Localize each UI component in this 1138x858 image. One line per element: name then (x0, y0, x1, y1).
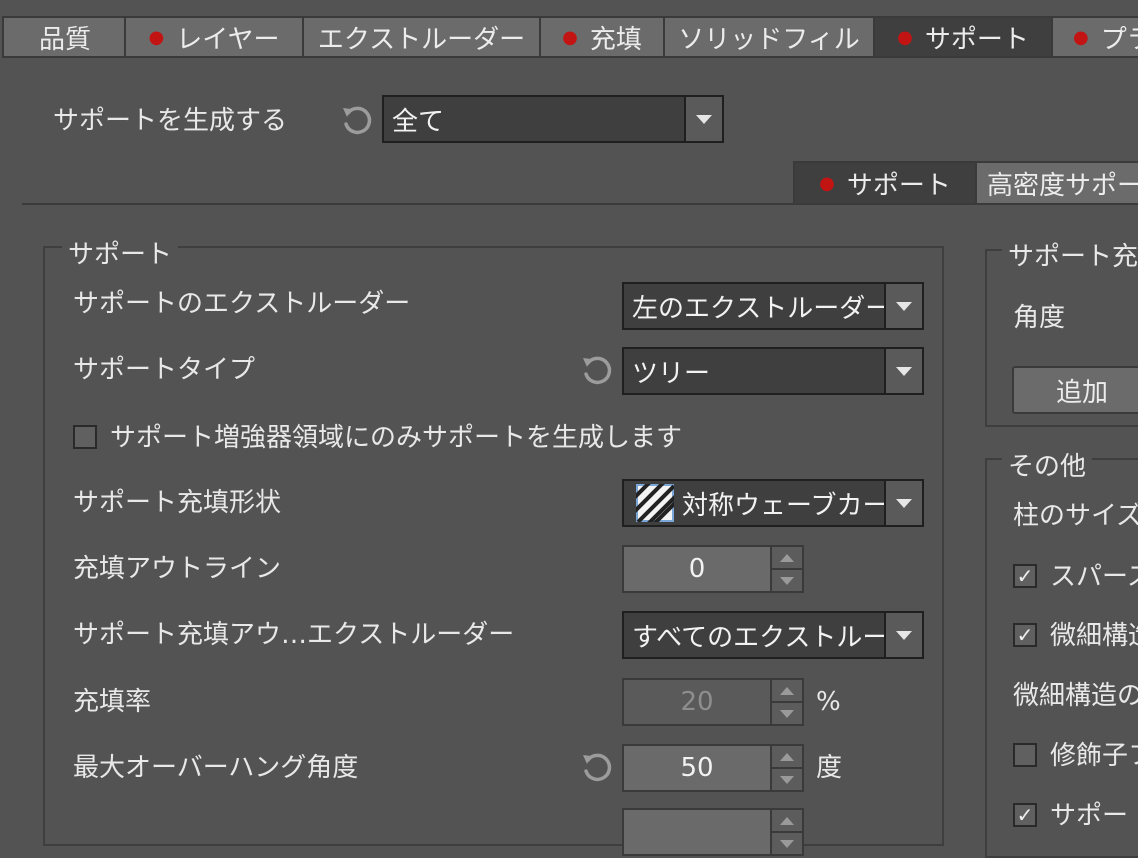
select-value: すべてのエクストルー (632, 622, 884, 653)
infill-rate-stepper[interactable]: 20 (622, 678, 804, 726)
infill-shape-select[interactable]: 対称ウェーブカー (622, 479, 924, 527)
infill-shape-label: サポート充填形状 (73, 488, 282, 518)
increment-icon[interactable] (772, 746, 802, 767)
tab-solid-fill[interactable]: ソリッドフィル (663, 16, 873, 58)
infill-outline-label: 充填アウトライン (73, 554, 282, 584)
chevron-down-icon (884, 613, 922, 657)
tab-label: レイヤー (176, 24, 280, 55)
infill-rate-unit: % (816, 687, 841, 717)
support-type-select[interactable]: ツリー (622, 347, 924, 395)
overhang-angle-label: 最大オーバーハング角度 (73, 753, 359, 783)
generate-support-label: サポートを生成する (53, 106, 288, 136)
outline-extruder-label: サポート充填アウ…エクストルーダー (73, 620, 515, 650)
tab-label: プラ (1100, 24, 1138, 55)
support-infill-group-title: サポート充 (1002, 236, 1138, 273)
reset-icon[interactable] (580, 751, 614, 785)
subtab-dense-support[interactable]: 高密度サポー (975, 161, 1138, 205)
wave-pattern-icon (636, 484, 674, 522)
tab-quality[interactable]: 品質 (2, 16, 126, 58)
tab-label: サポート (924, 24, 1029, 55)
stepper-value: 20 (680, 687, 714, 717)
fine-structure-label: 微細構造 (1050, 621, 1138, 651)
checkmark-icon: ✓ (1016, 564, 1034, 588)
chevron-down-icon (884, 284, 922, 328)
modified-dot-icon: ● (1073, 26, 1089, 48)
decrement-icon[interactable] (772, 767, 802, 790)
angle-label: 角度 (1013, 303, 1066, 333)
decorator-label: 修飾子フ (1050, 741, 1138, 771)
chevron-down-icon (884, 481, 922, 525)
select-value: 対称ウェーブカー (682, 490, 884, 521)
decrement-icon[interactable] (772, 568, 802, 591)
infill-outline-stepper[interactable]: 0 (622, 545, 804, 593)
tab-extruder[interactable]: エクストルーダー (302, 16, 539, 58)
tab-label: 充填 (589, 24, 642, 55)
increment-icon[interactable] (772, 547, 802, 568)
tab-infill[interactable]: ● 充填 (539, 16, 663, 58)
enforcer-only-label: サポート増強器領域にのみサポートを生成します (110, 423, 683, 453)
tab-label: 品質 (38, 24, 91, 55)
tab-label: ソリッドフィル (678, 24, 860, 55)
modified-dot-icon: ● (562, 26, 578, 48)
reset-icon[interactable] (340, 104, 374, 138)
chevron-down-icon (884, 349, 922, 393)
other-group-title: その他 (1002, 446, 1093, 483)
sparse-checkbox[interactable]: ✓ (1013, 564, 1037, 588)
tab-label: サポート (846, 170, 951, 201)
stepper-value: 50 (680, 753, 714, 783)
support-extruder-select[interactable]: 左のエクストルーダー (622, 282, 924, 330)
add-button[interactable]: 追加 (1012, 366, 1138, 414)
stepper-value: 0 (688, 554, 706, 584)
increment-icon[interactable] (772, 680, 802, 701)
checkmark-icon: ✓ (1016, 623, 1034, 647)
subtab-support[interactable]: ● サポート (793, 161, 975, 205)
add-button-label: 追加 (1055, 377, 1108, 408)
support-extruder-label: サポートのエクストルーダー (73, 289, 411, 319)
checkmark-icon: ✓ (1016, 803, 1034, 827)
modified-dot-icon: ● (819, 172, 835, 194)
select-value: ツリー (632, 358, 711, 389)
decrement-icon[interactable] (772, 701, 802, 724)
infill-rate-label: 充填率 (73, 687, 152, 717)
modified-dot-icon: ● (148, 26, 165, 48)
increment-icon[interactable] (772, 810, 802, 831)
decorator-checkbox[interactable] (1013, 743, 1037, 767)
enforcer-only-checkbox[interactable] (73, 425, 97, 449)
support-type-label: サポートタイプ (73, 355, 256, 385)
tab-support[interactable]: ● サポート (873, 16, 1051, 58)
tab-label: エクストルーダー (317, 24, 526, 55)
support-label: サポー (1050, 801, 1129, 831)
select-value: 全て (392, 106, 445, 137)
fine-structure-checkbox[interactable]: ✓ (1013, 623, 1037, 647)
tab-label: 高密度サポー (987, 170, 1138, 201)
generate-support-select[interactable]: 全て (382, 95, 724, 143)
support-checkbox[interactable]: ✓ (1013, 803, 1037, 827)
fine-structure-size-label: 微細構造の (1013, 681, 1138, 711)
top-tab-bar: 品質 ● レイヤー エクストルーダー ● 充填 ソリッドフィル ● サポート ● プラ (0, 16, 1138, 60)
decrement-icon[interactable] (772, 831, 802, 854)
overhang-angle-stepper[interactable]: 50 (622, 744, 804, 792)
reset-icon[interactable] (580, 354, 614, 388)
modified-dot-icon: ● (897, 26, 913, 48)
pillar-size-label: 柱のサイズ (1013, 501, 1138, 531)
support-group-title: サポート (62, 234, 179, 271)
select-value: 左のエクストルーダー (632, 293, 884, 324)
outline-extruder-select[interactable]: すべてのエクストルー (622, 611, 924, 659)
stepper-value (624, 810, 770, 854)
tab-platform[interactable]: ● プラ (1051, 16, 1138, 58)
chevron-down-icon (684, 97, 722, 141)
overhang-angle-unit: 度 (816, 753, 843, 783)
sparse-label: スパース (1050, 562, 1138, 592)
tab-layer[interactable]: ● レイヤー (124, 16, 302, 58)
next-stepper[interactable] (622, 808, 804, 856)
